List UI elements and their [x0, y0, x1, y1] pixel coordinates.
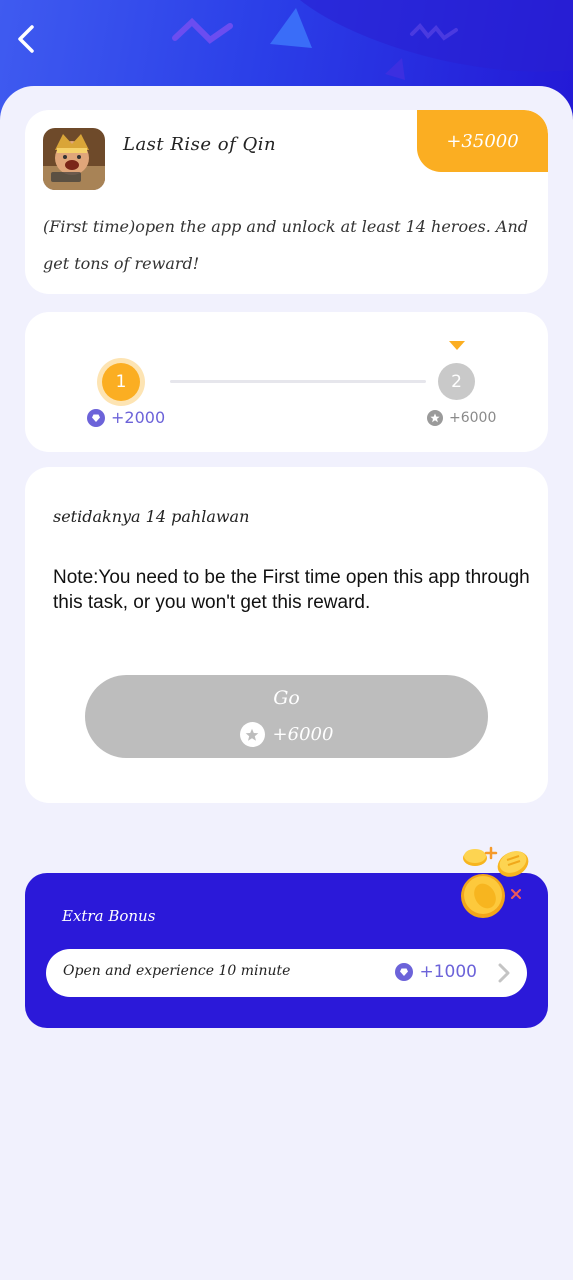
app-icon	[43, 128, 105, 190]
step-title: setidaknya 14 pahlawan	[53, 507, 250, 526]
go-button[interactable]: Go +6000	[85, 675, 488, 758]
chevron-left-icon	[18, 25, 34, 53]
gem-coin-icon	[395, 963, 414, 981]
extra-bonus-item[interactable]: Open and experience 10 minute +1000	[46, 949, 527, 997]
extra-bonus-reward: +1000	[395, 962, 477, 982]
current-step-marker-icon	[449, 341, 465, 350]
extra-bonus-title: Extra Bonus	[62, 907, 156, 925]
go-button-label: Go	[273, 687, 300, 709]
app-name: Last Rise of Qin	[123, 134, 277, 155]
back-button[interactable]	[16, 24, 52, 60]
progress-track	[170, 380, 426, 383]
step-2-reward-value: +6000	[449, 410, 497, 426]
total-reward-badge: +35000	[417, 110, 548, 172]
extra-bonus-item-text: Open and experience 10 minute	[63, 963, 291, 979]
step-2-indicator: 2	[438, 363, 475, 400]
star-coin-icon	[427, 410, 443, 426]
task-note: Note:You need to be the First time open …	[53, 567, 530, 613]
step-1-reward: +2000	[87, 408, 165, 427]
gold-coins-icon	[461, 846, 529, 918]
gem-coin-icon	[87, 408, 105, 427]
star-coin-icon	[239, 722, 265, 747]
step-detail-card: setidaknya 14 pahlawan Note:You need to …	[25, 467, 548, 803]
step-1-indicator: 1	[102, 363, 140, 401]
step-1-reward-value: +2000	[111, 408, 166, 427]
task-card: Last Rise of Qin +35000 (First time)open…	[25, 110, 548, 294]
go-button-reward-value: +6000	[272, 724, 334, 745]
extra-bonus-reward-value: +1000	[419, 962, 477, 982]
task-description: (First time)open the app and unlock at l…	[43, 217, 529, 273]
chevron-right-icon	[498, 963, 510, 983]
step-2-reward: +6000	[427, 410, 496, 426]
go-button-reward: +6000	[85, 722, 488, 747]
progress-card: 1 2 +2000 +6000	[25, 312, 548, 452]
